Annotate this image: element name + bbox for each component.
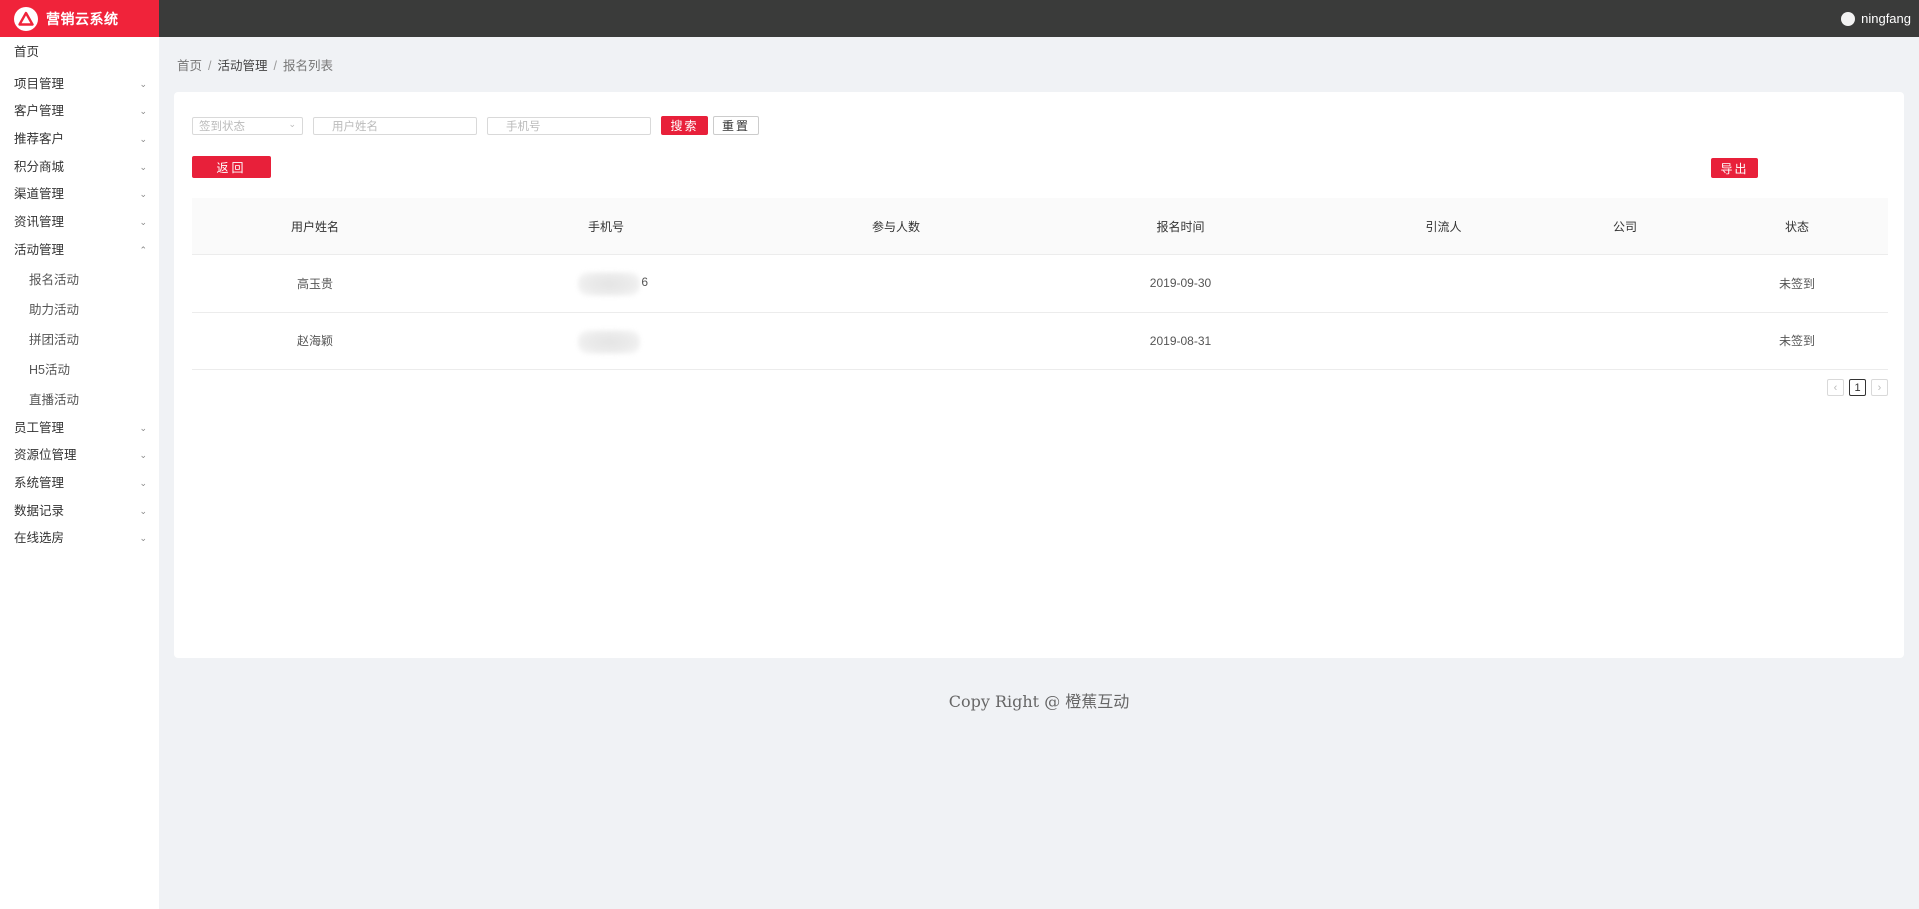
sidebar-item-data-records[interactable]: 数据记录 ⌄ xyxy=(0,498,159,526)
next-page-button[interactable]: › xyxy=(1871,379,1888,396)
sidebar-item-projects[interactable]: 项目管理 ⌄ xyxy=(0,71,159,99)
username: ningfang xyxy=(1861,11,1911,26)
sidebar-subitem-h5[interactable]: H5活动 xyxy=(0,355,159,385)
cell-phone: 6 xyxy=(438,272,774,297)
sidebar-item-label: 首页 xyxy=(14,45,40,59)
top-header: 营销云系统 ningfang xyxy=(0,0,1919,37)
sidebar-subitem-signup[interactable]: 报名活动 xyxy=(0,265,159,295)
cell-status: 未签到 xyxy=(1778,276,1815,291)
sidebar-item-label: 在线选房 xyxy=(14,531,65,546)
breadcrumb-home[interactable]: 首页 xyxy=(177,59,202,73)
content-card: 签到状态 ⌄ 用户姓名 手机号 搜索 重置 返回 导出 用户姓名 手机号 参与人… xyxy=(174,92,1904,658)
logo[interactable]: 营销云系统 xyxy=(0,0,159,37)
chevron-down-icon: ⌄ xyxy=(139,78,147,89)
chevron-down-icon: ⌄ xyxy=(139,505,147,516)
sidebar-item-points-mall[interactable]: 积分商城 ⌄ xyxy=(0,154,159,182)
chevron-down-icon: ⌄ xyxy=(139,161,147,172)
search-button[interactable]: 搜索 xyxy=(661,116,708,135)
sidebar-item-label: 客户管理 xyxy=(14,104,65,119)
sidebar: 首页 项目管理 ⌄ 客户管理 ⌄ 推荐客户 ⌄ 积分商城 ⌄ 渠道管理 ⌄ 资讯管理 ⌄ 活… xyxy=(0,37,159,909)
chevron-down-icon: ⌄ xyxy=(139,217,147,228)
sidebar-item-channels[interactable]: 渠道管理 ⌄ xyxy=(0,181,159,209)
table-header-row: 用户姓名 手机号 参与人数 报名时间 引流人 公司 状态 xyxy=(192,198,1888,255)
sidebar-item-label: 推荐客户 xyxy=(14,132,65,147)
sidebar-item-label: 资源位管理 xyxy=(14,448,77,463)
cell-time: 2019-09-30 xyxy=(1149,276,1212,291)
sidebar-item-online-housing[interactable]: 在线选房 ⌄ xyxy=(0,525,159,553)
phone-input[interactable]: 手机号 xyxy=(487,116,651,135)
breadcrumb-section[interactable]: 活动管理 xyxy=(218,59,268,73)
sidebar-item-label: 项目管理 xyxy=(14,76,65,91)
cell-name: 高玉贵 xyxy=(296,276,333,291)
pagination: ‹ 1 › xyxy=(1827,379,1888,396)
sidebar-item-activities[interactable]: 活动管理 ⌃ xyxy=(0,237,159,265)
sidebar-item-label: 活动管理 xyxy=(14,242,65,257)
sidebar-item-label: 渠道管理 xyxy=(14,187,65,202)
sidebar-item-label: 员工管理 xyxy=(14,420,65,435)
redacted-phone xyxy=(572,329,640,354)
chevron-down-icon: ⌄ xyxy=(139,450,147,461)
signup-table: 用户姓名 手机号 参与人数 报名时间 引流人 公司 状态 高玉贵 6 2019-… xyxy=(192,198,1888,370)
cell-time: 2019-08-31 xyxy=(1149,333,1212,348)
table-row[interactable]: 高玉贵 6 2019-09-30 未签到 xyxy=(192,255,1888,313)
sidebar-item-staff[interactable]: 员工管理 ⌄ xyxy=(0,415,159,443)
chevron-down-icon: ⌄ xyxy=(139,189,147,200)
chevron-down-icon: ⌄ xyxy=(139,477,147,488)
chevron-down-icon: ⌄ xyxy=(139,533,147,544)
reset-button[interactable]: 重置 xyxy=(713,116,759,135)
chevron-down-icon: ⌄ xyxy=(139,422,147,433)
sidebar-item-label: 资讯管理 xyxy=(14,215,65,230)
breadcrumb-current: 报名列表 xyxy=(283,59,334,73)
column-header: 状态 xyxy=(1784,219,1809,234)
redacted-phone: 6 xyxy=(572,272,648,297)
user-menu[interactable]: ningfang xyxy=(1841,0,1911,37)
breadcrumb-separator: / xyxy=(273,59,277,73)
sidebar-item-customers[interactable]: 客户管理 ⌄ xyxy=(0,98,159,126)
column-header: 用户姓名 xyxy=(290,219,339,234)
export-button[interactable]: 导出 xyxy=(1711,158,1758,178)
name-input-placeholder: 用户姓名 xyxy=(332,120,378,133)
column-header: 参与人数 xyxy=(871,219,920,234)
chevron-down-icon: ⌄ xyxy=(139,106,147,117)
footer-copyright: Copy Right @ 橙蕉互动 xyxy=(948,692,1130,711)
phone-tail: 6 xyxy=(641,275,648,290)
column-header: 手机号 xyxy=(587,219,624,234)
redaction-blur xyxy=(578,329,640,354)
avatar xyxy=(1841,11,1856,26)
sidebar-item-home[interactable]: 首页 xyxy=(0,39,159,67)
sidebar-item-news[interactable]: 资讯管理 ⌄ xyxy=(0,209,159,237)
sidebar-item-label: 系统管理 xyxy=(14,475,65,490)
page-number-button[interactable]: 1 xyxy=(1849,379,1866,396)
redaction-blur xyxy=(578,272,640,297)
sidebar-subitem-live[interactable]: 直播活动 xyxy=(0,385,159,415)
breadcrumb-separator: / xyxy=(208,59,212,73)
breadcrumb: 首页 / 活动管理 / 报名列表 xyxy=(177,55,333,74)
sidebar-item-label: 数据记录 xyxy=(14,503,65,518)
table-row[interactable]: 赵海颖 2019-08-31 未签到 xyxy=(192,313,1888,370)
cell-status: 未签到 xyxy=(1778,334,1815,349)
logo-icon xyxy=(14,6,38,31)
back-button[interactable]: 返回 xyxy=(192,156,271,178)
sidebar-item-system[interactable]: 系统管理 ⌄ xyxy=(0,470,159,498)
filter-bar: 签到状态 ⌄ 用户姓名 手机号 搜索 重置 xyxy=(192,116,759,135)
sidebar-subitem-assist[interactable]: 助力活动 xyxy=(0,295,159,325)
column-header: 引流人 xyxy=(1425,219,1462,234)
name-input[interactable]: 用户姓名 xyxy=(313,116,477,135)
column-header: 报名时间 xyxy=(1156,219,1205,234)
column-header: 公司 xyxy=(1612,219,1637,234)
prev-page-button[interactable]: ‹ xyxy=(1827,379,1844,396)
cell-name: 赵海颖 xyxy=(296,334,333,349)
phone-input-placeholder: 手机号 xyxy=(506,120,541,133)
status-select[interactable]: 签到状态 ⌄ xyxy=(192,116,303,135)
chevron-down-icon: ⌄ xyxy=(139,134,147,145)
status-select-placeholder: 签到状态 xyxy=(199,120,245,133)
app-title: 营销云系统 xyxy=(46,10,119,27)
cell-phone xyxy=(438,329,774,354)
sidebar-item-resources[interactable]: 资源位管理 ⌄ xyxy=(0,442,159,470)
chevron-down-icon: ⌄ xyxy=(288,118,296,129)
sidebar-item-referrals[interactable]: 推荐客户 ⌄ xyxy=(0,126,159,154)
chevron-up-icon: ⌃ xyxy=(139,244,147,255)
sidebar-subitem-group-buy[interactable]: 拼团活动 xyxy=(0,325,159,355)
sidebar-item-label: 积分商城 xyxy=(14,159,65,174)
